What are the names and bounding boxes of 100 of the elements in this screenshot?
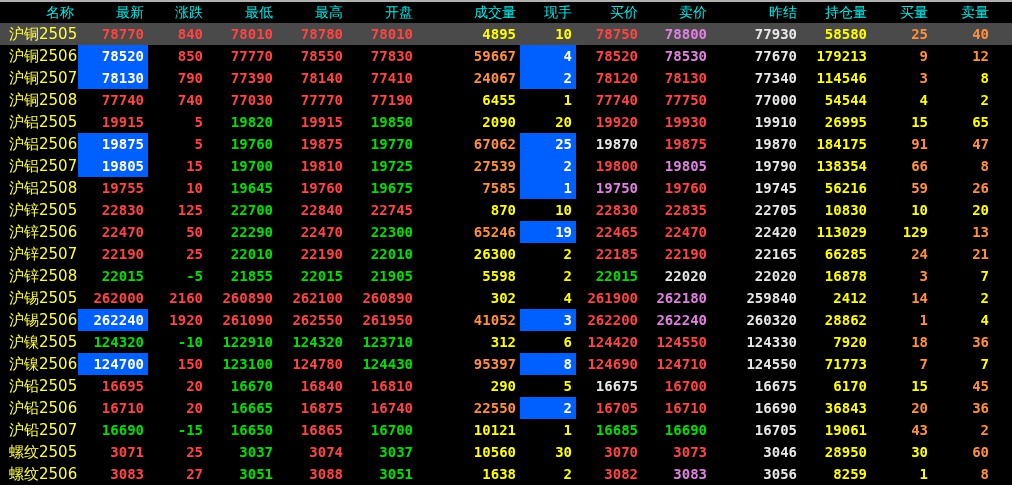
table-cell: 2 bbox=[563, 246, 572, 262]
table-cell: 3083 bbox=[110, 466, 144, 482]
table-cell: 22420 bbox=[754, 224, 797, 240]
table-cell: 124430 bbox=[362, 356, 413, 372]
table-cell: 19760 bbox=[664, 180, 707, 196]
table-row[interactable]: 沪锌2506 22470 50 22290 22470 22300 65246 19 22465 22470 22420 113029 129 13 bbox=[0, 221, 1012, 243]
table-row[interactable]: 沪铜2506 78520 850 77770 78550 77830 59667 4 78520 78530 77670 179213 9 12 bbox=[0, 45, 1012, 67]
table-cell: 1920 bbox=[169, 312, 203, 328]
column-header[interactable]: 最高 bbox=[315, 3, 343, 20]
table-cell: 59667 bbox=[473, 48, 516, 64]
table-cell: 78550 bbox=[300, 48, 343, 64]
column-header[interactable]: 涨跌 bbox=[175, 3, 203, 20]
column-header[interactable]: 持仓量 bbox=[825, 3, 867, 20]
table-cell: 21 bbox=[972, 246, 989, 262]
column-header[interactable]: 昨结 bbox=[769, 3, 797, 20]
table-row[interactable]: 沪锌2507 22190 25 22010 22190 22010 26300 2 22185 22190 22165 66285 24 21 bbox=[0, 243, 1012, 265]
table-cell: 78140 bbox=[300, 70, 343, 86]
table-cell: 26995 bbox=[824, 114, 867, 130]
table-cell: 7585 bbox=[482, 180, 516, 196]
table-cell: 3070 bbox=[604, 444, 638, 460]
table-cell: 22190 bbox=[101, 246, 144, 262]
table-cell: 10 bbox=[555, 202, 572, 218]
table-cell: 16690 bbox=[664, 422, 707, 438]
table-row[interactable]: 沪镍2505 124320 -10 122910 124320 123710 312 6 124420 124550 124330 7920 18 36 bbox=[0, 331, 1012, 353]
column-header[interactable]: 最新 bbox=[116, 3, 144, 20]
table-cell: 124330 bbox=[746, 334, 797, 350]
table-cell: 22300 bbox=[370, 224, 413, 240]
table-cell: 41052 bbox=[473, 312, 516, 328]
table-cell: 22830 bbox=[595, 202, 638, 218]
table-cell: 124320 bbox=[93, 334, 144, 350]
contract-name: 沪铅2506 bbox=[9, 398, 78, 417]
table-cell: 3074 bbox=[309, 444, 343, 460]
table-row[interactable]: 沪铝2506 19875 5 19760 19875 19770 67062 25 19870 19875 19870 184175 91 47 bbox=[0, 133, 1012, 155]
table-row[interactable]: 沪铅2506 16710 20 16665 16875 16740 22550 2 16705 16710 16690 36843 20 36 bbox=[0, 397, 1012, 419]
table-cell: 65 bbox=[972, 114, 989, 130]
table-cell: 5598 bbox=[482, 268, 516, 284]
table-row[interactable]: 沪铝2505 19915 5 19820 19915 19850 2090 20 19920 19930 19910 26995 15 65 bbox=[0, 111, 1012, 133]
table-cell: 47 bbox=[972, 136, 989, 152]
table-cell: 16705 bbox=[595, 400, 638, 416]
contract-name: 螺纹2506 bbox=[9, 464, 78, 483]
table-cell: 13 bbox=[972, 224, 989, 240]
table-row[interactable]: 沪铜2505 78770 840 78010 78780 78010 4895 10 78750 78800 77930 58580 25 40 bbox=[0, 23, 1012, 45]
table-cell: 124780 bbox=[292, 356, 343, 372]
table-cell: 50 bbox=[186, 224, 203, 240]
table-row[interactable]: 沪锡2506 262240 1920 261090 262550 261950 41052 3 262200 262240 260320 28862 1 4 bbox=[0, 309, 1012, 331]
table-cell: 36843 bbox=[824, 400, 867, 416]
table-cell: 2 bbox=[980, 422, 989, 438]
table-row[interactable]: 沪铝2507 19805 15 19700 19810 19725 27539 2 19800 19805 19790 138354 66 8 bbox=[0, 155, 1012, 177]
contract-name: 沪锌2508 bbox=[9, 266, 78, 285]
column-header[interactable]: 卖量 bbox=[961, 3, 989, 20]
table-cell: 66 bbox=[911, 158, 928, 174]
table-cell: 43 bbox=[911, 422, 928, 438]
table-cell: 2 bbox=[563, 268, 572, 284]
column-header[interactable]: 现手 bbox=[544, 3, 572, 20]
table-cell: 113029 bbox=[816, 224, 867, 240]
column-header[interactable]: 成交量 bbox=[474, 3, 516, 20]
table-cell: 19790 bbox=[754, 158, 797, 174]
table-cell: 16740 bbox=[370, 400, 413, 416]
table-row[interactable]: 沪铅2507 16690 -15 16650 16865 16700 10121 1 16685 16690 16705 19061 43 2 bbox=[0, 419, 1012, 441]
table-cell: 19700 bbox=[230, 158, 273, 174]
table-cell: 260890 bbox=[222, 290, 273, 306]
table-cell: 19 bbox=[555, 224, 572, 240]
table-cell: -15 bbox=[177, 422, 203, 438]
table-cell: 78520 bbox=[595, 48, 638, 64]
table-cell: 22835 bbox=[664, 202, 707, 218]
table-row[interactable]: 沪铜2507 78130 790 77390 78140 77410 24067 2 78120 78130 77340 114546 3 8 bbox=[0, 67, 1012, 89]
table-row[interactable]: 沪镍2506 124700 150 123100 124780 124430 95397 8 124690 124710 124550 71773 7 7 bbox=[0, 353, 1012, 375]
table-cell: 22470 bbox=[300, 224, 343, 240]
column-header[interactable]: 开盘 bbox=[385, 3, 413, 20]
table-cell: 24067 bbox=[473, 70, 516, 86]
table-cell: 124710 bbox=[656, 356, 707, 372]
table-row[interactable]: 沪锌2508 22015 -5 21855 22015 21905 5598 2 22015 22020 22020 16878 3 7 bbox=[0, 265, 1012, 287]
table-cell: -10 bbox=[177, 334, 203, 350]
table-row[interactable]: 沪铝2508 19755 10 19645 19760 19675 7585 1 19750 19760 19745 56216 59 26 bbox=[0, 177, 1012, 199]
table-cell: 77190 bbox=[370, 92, 413, 108]
column-header[interactable]: 最低 bbox=[245, 3, 273, 20]
table-cell: 261900 bbox=[587, 290, 638, 306]
table-cell: 19645 bbox=[230, 180, 273, 196]
table-row[interactable]: 沪锡2505 262000 2160 260890 262100 260890 302 4 261900 262180 259840 2412 14 2 bbox=[0, 287, 1012, 309]
table-row[interactable]: 沪铜2508 77740 740 77030 77770 77190 6455 1 77740 77750 77000 54544 4 2 bbox=[0, 89, 1012, 111]
table-cell: 4 bbox=[919, 92, 928, 108]
table-cell: 7 bbox=[980, 268, 989, 284]
table-row[interactable]: 螺纹2506 3083 27 3051 3088 3051 1638 2 3082 3083 3056 8259 1 8 bbox=[0, 463, 1012, 485]
column-header[interactable]: 买价 bbox=[610, 3, 638, 20]
table-cell: 24 bbox=[911, 246, 928, 262]
table-row[interactable]: 沪锌2505 22830 125 22700 22840 22745 870 10 22830 22835 22705 10830 10 20 bbox=[0, 199, 1012, 221]
column-header[interactable]: 卖价 bbox=[679, 3, 707, 20]
table-cell: -5 bbox=[186, 268, 203, 284]
table-cell: 129 bbox=[902, 224, 928, 240]
column-header[interactable]: 买量 bbox=[900, 3, 928, 20]
table-cell: 78780 bbox=[300, 26, 343, 42]
table-cell: 22745 bbox=[370, 202, 413, 218]
table-cell: 16700 bbox=[664, 378, 707, 394]
table-row[interactable]: 螺纹2505 3071 25 3037 3074 3037 10560 30 3070 3073 3046 28950 30 60 bbox=[0, 441, 1012, 463]
table-cell: 22015 bbox=[101, 268, 144, 284]
table-cell: 16710 bbox=[664, 400, 707, 416]
column-header[interactable]: 名称 bbox=[46, 3, 74, 20]
table-cell: 26300 bbox=[473, 246, 516, 262]
table-row[interactable]: 沪铅2505 16695 20 16670 16840 16810 290 5 16675 16700 16675 6170 15 45 bbox=[0, 375, 1012, 397]
table-cell: 262200 bbox=[587, 312, 638, 328]
